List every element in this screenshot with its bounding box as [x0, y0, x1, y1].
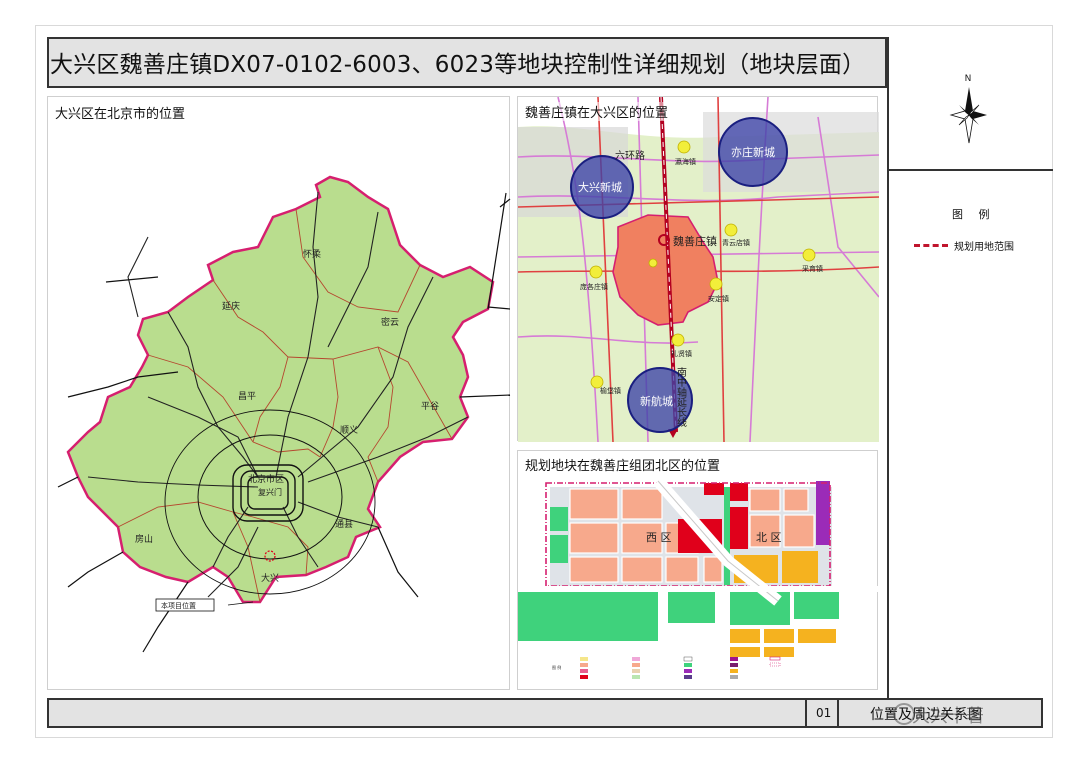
- district-label-changping: 昌平: [238, 391, 256, 402]
- beijing-map: 怀柔 延庆 密云 昌平 顺义 平谷 北京市区 复兴门 通县 房山 大兴 本项目位…: [57, 175, 511, 653]
- daxing-map-panel: 大兴新城 亦庄新城 新航城 六环路 魏善庄镇 南中轴延长线 瀛海镇 青云店镇 采…: [517, 96, 879, 442]
- west-zone-label: 西 区: [646, 531, 672, 544]
- legend-boundary-label: 规划用地范围: [954, 242, 1014, 253]
- south-axis-label: 南中轴延长线: [675, 366, 687, 427]
- district-label-urban: 北京市区: [248, 473, 284, 485]
- district-label-yanqing: 延庆: [222, 300, 240, 312]
- plan-map-panel: 规划地块在魏善庄组团北区的位置 西 区 北 区 图 例: [517, 450, 879, 690]
- purple-block: [816, 481, 830, 545]
- new-airport-city-label: 新航城: [640, 394, 673, 408]
- beijing-map-panel: 大兴区在北京市的位置 怀柔 延庆 密云 昌平 顺义 平谷 北京市区 复兴门 通县…: [47, 96, 511, 690]
- district-label-fangshan: 房山: [135, 533, 153, 545]
- plan-legend-heading: 图 例: [552, 664, 561, 670]
- compass-area: N: [889, 37, 1053, 171]
- sheet-number: 01: [816, 706, 832, 720]
- page-title: 大兴区魏善庄镇DX07-0102-6003、6023等地块控制性详细规划（地块层…: [50, 52, 866, 78]
- town-label-qingyundian: 青云店镇: [722, 238, 750, 247]
- town-label-yufa: 榆垡镇: [600, 386, 621, 395]
- beijing-boundary: [66, 175, 495, 604]
- district-label-tongxian: 通县: [335, 519, 353, 530]
- district-label-fuxingmen: 复兴门: [258, 487, 282, 497]
- district-label-daxing: 大兴: [261, 572, 279, 584]
- legend-heading: 图 例: [952, 208, 996, 221]
- plan-map: 西 区 北 区 图 例: [518, 477, 879, 679]
- legend-boundary-swatch: [914, 244, 948, 247]
- town-label-yinghai: 瀛海镇: [675, 157, 696, 166]
- daxing-panel-title: 魏善庄镇在大兴区的位置: [525, 102, 669, 121]
- footer-divider: [837, 700, 839, 726]
- sixth-ring-label: 六环路: [615, 149, 645, 162]
- daxing-new-city-label: 大兴新城: [578, 180, 622, 194]
- yizhuang-new-city-label: 亦庄新城: [731, 145, 775, 159]
- town-label-anding: 安定镇: [708, 294, 729, 303]
- plan-legend-swatches: [580, 656, 781, 679]
- north-label: N: [965, 74, 972, 84]
- watermark-text: 大兴十著: [912, 706, 984, 727]
- north-arrow-icon: N: [949, 74, 987, 144]
- daxing-map: 大兴新城 亦庄新城 新航城 六环路 魏善庄镇 南中轴延长线 瀛海镇 青云店镇 采…: [518, 97, 879, 442]
- town-label-panggezhuang: 庞各庄镇: [580, 282, 608, 291]
- town-label-caiyu: 采育镇: [802, 264, 823, 273]
- town-label-lixian: 礼贤镇: [671, 349, 692, 358]
- weishanzhuang-label: 魏善庄镇: [673, 234, 717, 248]
- district-label-pinggu: 平谷: [421, 401, 439, 412]
- district-label-shunyi: 顺义: [340, 425, 358, 436]
- project-location-callout: 本项目位置: [161, 601, 196, 610]
- footer-divider: [805, 700, 807, 726]
- district-label-miyun: 密云: [381, 316, 399, 328]
- district-label-huairou: 怀柔: [303, 248, 321, 260]
- north-zone-label: 北 区: [756, 531, 782, 544]
